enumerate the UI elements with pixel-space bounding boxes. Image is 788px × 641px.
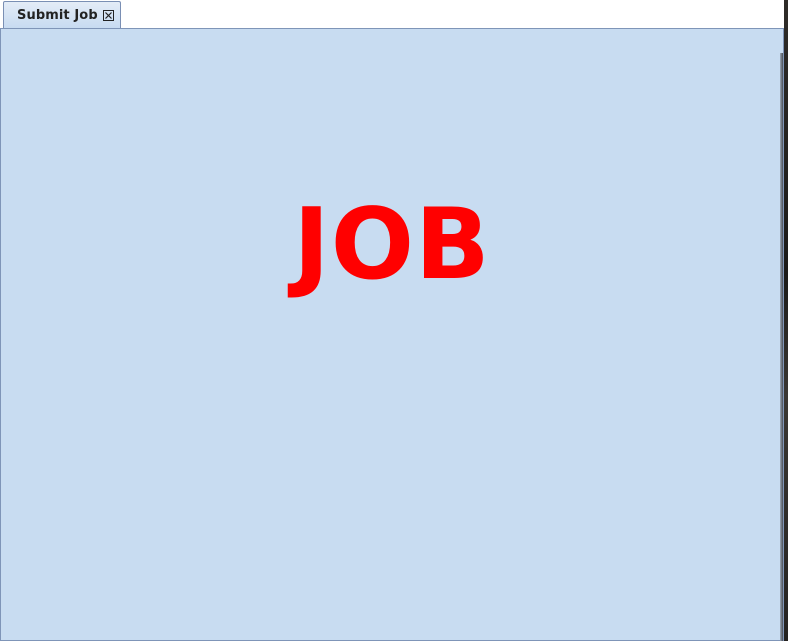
tab-label: Submit Job — [17, 7, 98, 23]
app-window: Submit Job JOB — [0, 0, 788, 641]
desktop-edge — [784, 0, 788, 28]
tab-submit-job[interactable]: Submit Job — [3, 1, 121, 28]
job-label: JOB — [293, 188, 491, 302]
desktop-edge — [784, 28, 788, 641]
tab-bar: Submit Job — [0, 0, 788, 29]
close-icon[interactable] — [102, 9, 114, 21]
tab-content-panel — [0, 28, 784, 641]
panel-edge-shadow — [780, 53, 783, 641]
